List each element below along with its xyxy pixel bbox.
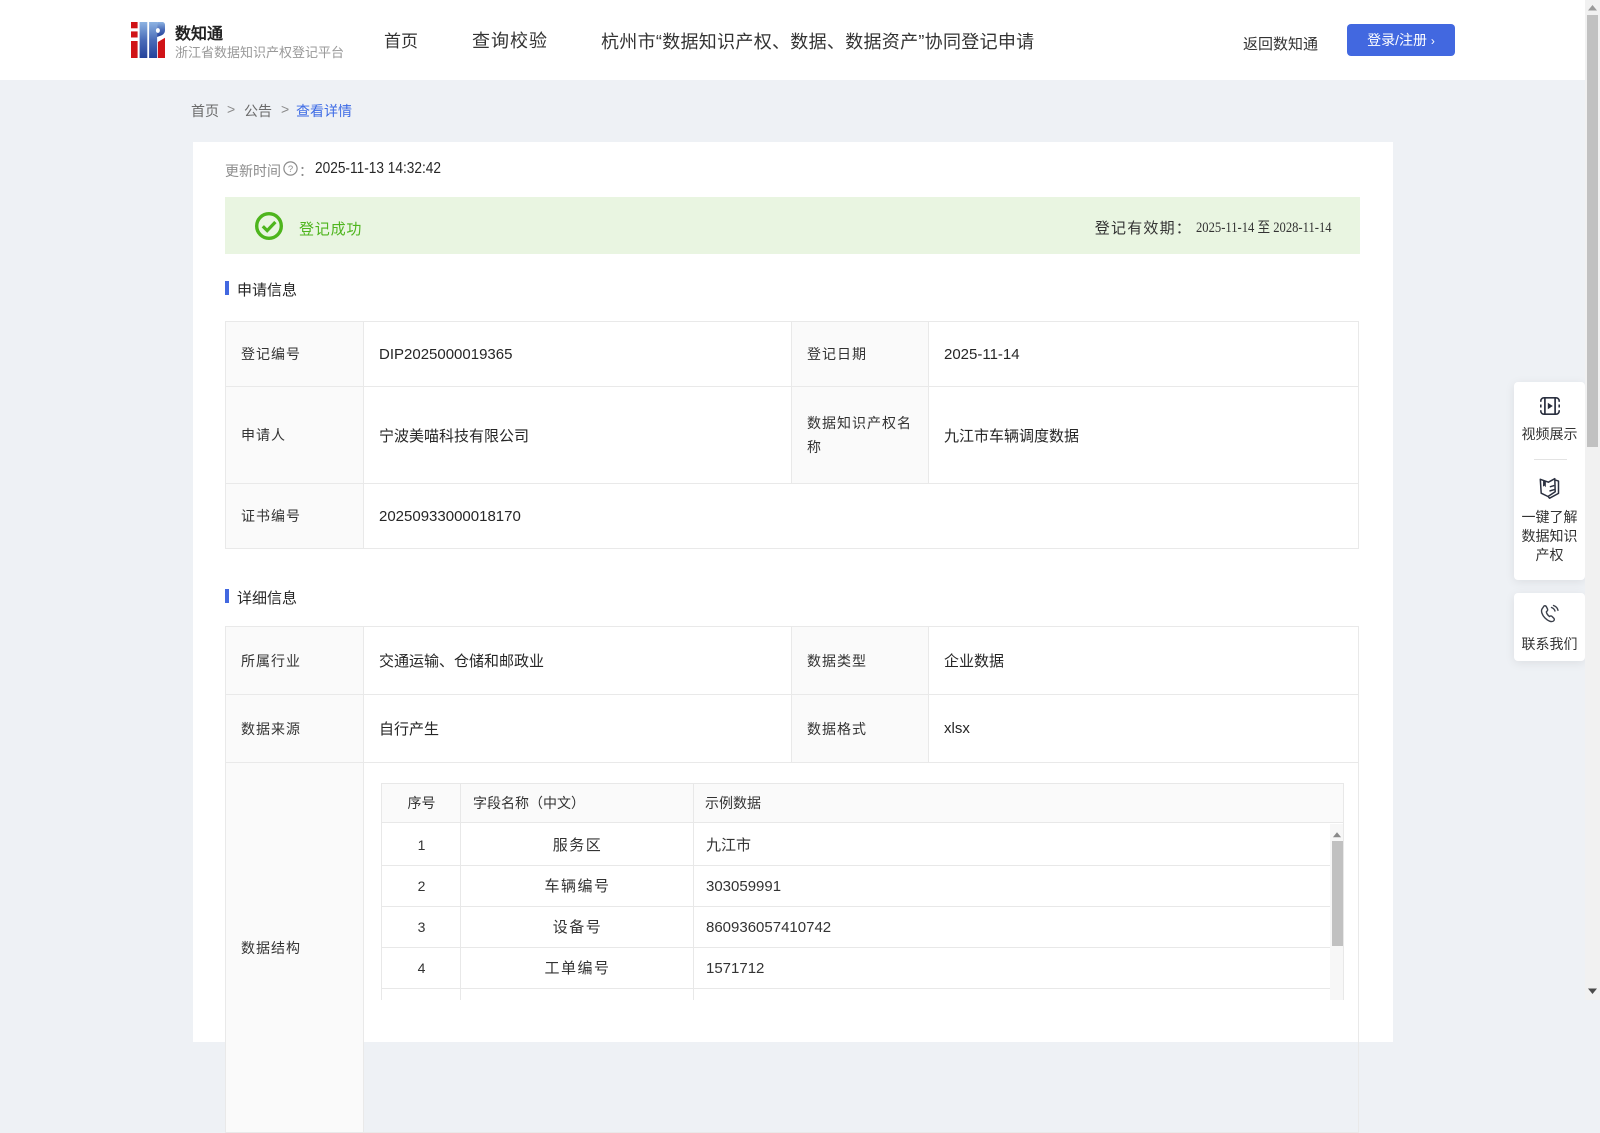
svg-text:?: ? bbox=[288, 164, 293, 175]
